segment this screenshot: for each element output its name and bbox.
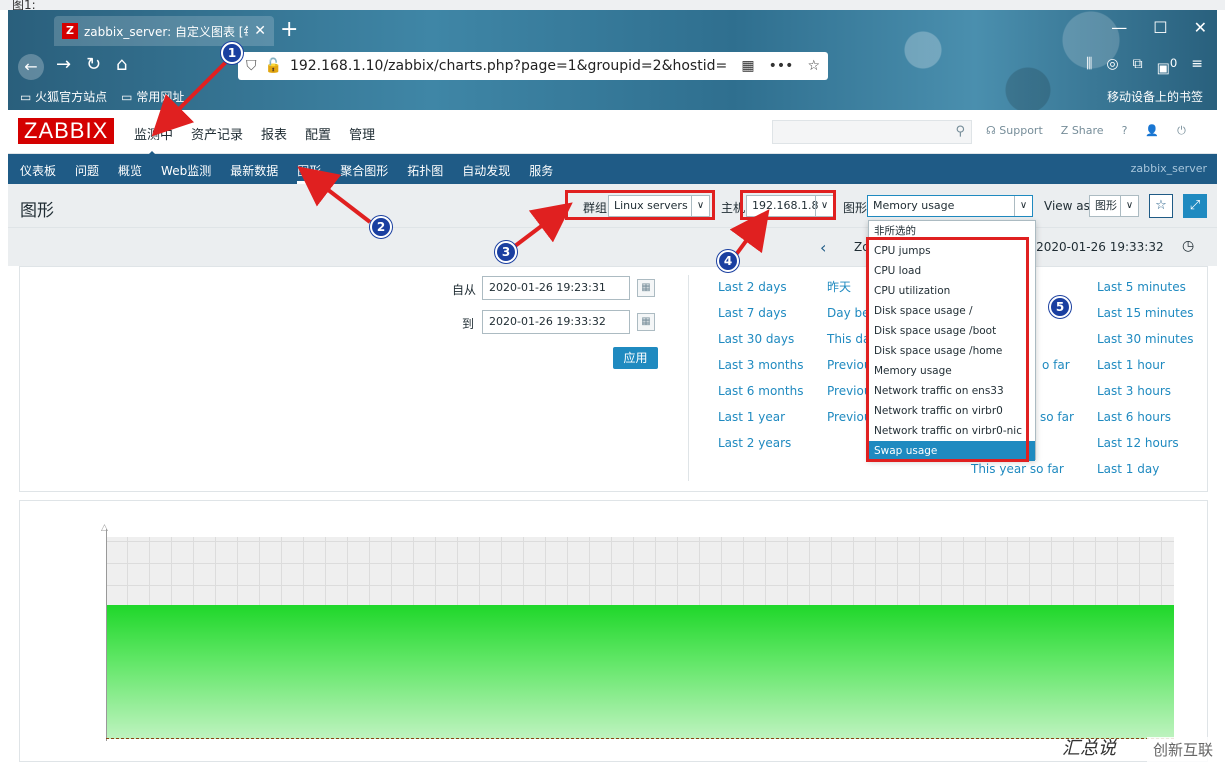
annotation-2: 2 [370,216,392,238]
annotation-3: 3 [495,241,517,263]
annotation-arrows [151,58,770,258]
watermark-text: 汇总说 [1062,738,1116,759]
annotation-5: 5 [1049,296,1071,318]
arrow-3 [513,202,573,248]
arrow-2 [297,166,372,224]
arrow-1 [151,58,230,137]
annotation-4: 4 [717,250,739,272]
watermark-logo: 创新互联 [1146,737,1219,762]
arrow-4 [729,209,770,258]
annotation-1: 1 [221,42,243,64]
